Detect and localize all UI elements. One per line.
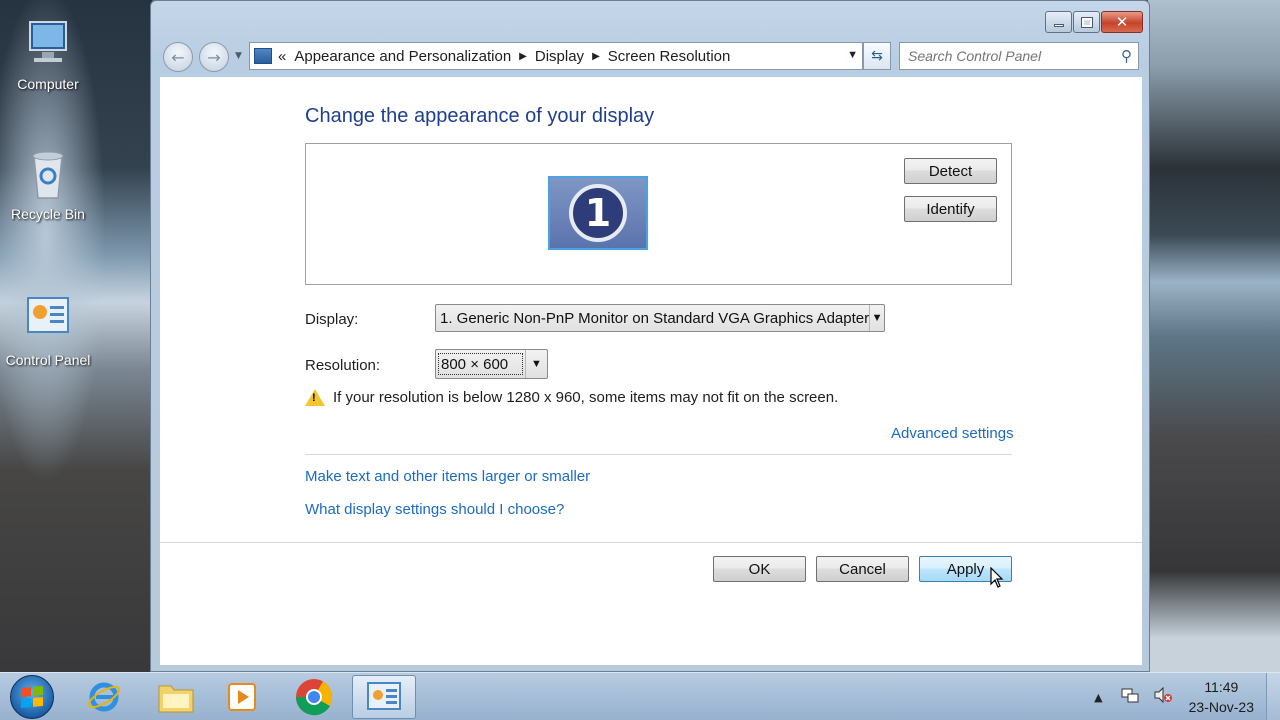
ok-button[interactable]: OK <box>713 556 806 582</box>
windows-logo-icon <box>21 685 43 709</box>
forward-arrow-icon: → <box>207 47 221 67</box>
monitor-preview-area: 1 Detect Identify <box>305 143 1012 285</box>
content-area: Change the appearance of your display 1 … <box>160 77 1142 665</box>
breadcrumb-appearance[interactable]: Appearance and Personalization <box>294 48 511 65</box>
back-arrow-icon: ← <box>171 47 185 67</box>
clock-date: 23-Nov-23 <box>1188 699 1254 715</box>
chevron-right-icon[interactable]: ▶ <box>519 51 527 62</box>
taskbar: ▲ 11:49 23-Nov-23 <box>0 672 1280 720</box>
screen-resolution-window: ✕ ← → ▼ « Appearance and Personalization… <box>150 0 1150 672</box>
warning-icon: ! <box>305 389 325 406</box>
start-button[interactable] <box>10 675 54 719</box>
close-button[interactable]: ✕ <box>1101 11 1143 33</box>
identify-button[interactable]: Identify <box>904 196 997 222</box>
folder-icon <box>158 685 194 713</box>
search-box[interactable]: ⚲ <box>899 42 1139 70</box>
text-size-link[interactable]: Make text and other items larger or smal… <box>305 468 590 485</box>
display-select-value: 1. Generic Non-PnP Monitor on Standard V… <box>440 309 870 327</box>
breadcrumb-overflow-icon[interactable]: « <box>278 48 286 65</box>
refresh-icon: ⇆ <box>871 48 883 64</box>
show-hidden-icons-icon[interactable]: ▲ <box>1094 691 1102 704</box>
taskbar-internet-explorer[interactable] <box>72 675 136 719</box>
system-tray: ▲ 11:49 23-Nov-23 <box>1094 673 1280 720</box>
breadcrumb-display[interactable]: Display <box>535 48 584 65</box>
desktop-wallpaper-right <box>1148 0 1280 672</box>
recent-pages-dropdown-icon[interactable]: ▼ <box>235 51 242 61</box>
desktop-icon-label: Computer <box>17 76 79 92</box>
advanced-settings-link[interactable]: Advanced settings <box>891 425 1014 442</box>
desktop-icon-label: Recycle Bin <box>11 206 85 222</box>
desktop-icon-computer[interactable]: Computer <box>0 16 96 92</box>
taskbar-media-player[interactable] <box>210 675 274 719</box>
resolution-label: Resolution: <box>305 357 381 374</box>
recycle-bin-icon <box>20 146 76 202</box>
mouse-cursor-icon <box>990 567 1004 588</box>
network-icon[interactable] <box>1121 686 1139 708</box>
address-bar[interactable]: « Appearance and Personalization ▶ Displ… <box>249 42 863 70</box>
cancel-button[interactable]: Cancel <box>816 556 909 582</box>
chevron-right-icon[interactable]: ▶ <box>592 51 600 62</box>
minimize-icon <box>1053 23 1064 27</box>
search-input[interactable] <box>908 48 1108 64</box>
clock-time: 11:49 <box>1204 679 1239 695</box>
display-select[interactable]: 1. Generic Non-PnP Monitor on Standard V… <box>435 304 885 332</box>
minimize-button[interactable] <box>1045 11 1072 33</box>
resolution-select[interactable]: 800 × 600 ▼ <box>435 349 548 379</box>
computer-icon <box>20 16 76 72</box>
media-player-icon <box>228 683 256 711</box>
control-panel-icon <box>367 682 401 710</box>
desktop-icon-control-panel[interactable]: Control Panel <box>0 292 96 368</box>
button-divider <box>160 542 1142 543</box>
taskbar-file-explorer[interactable] <box>144 675 208 719</box>
show-desktop-button[interactable] <box>1266 673 1280 720</box>
chevron-down-icon[interactable]: ▼ <box>869 305 884 331</box>
back-button[interactable]: ← <box>163 42 193 72</box>
desktop-icon-label: Control Panel <box>5 352 91 368</box>
volume-muted-icon[interactable] <box>1153 686 1173 708</box>
internet-explorer-icon <box>87 682 121 712</box>
caption-buttons: ✕ <box>1045 11 1143 33</box>
refresh-button[interactable]: ⇆ <box>863 42 891 70</box>
forward-button[interactable]: → <box>199 42 229 72</box>
navigation-bar: ← → ▼ « Appearance and Personalization ▶… <box>163 41 1139 72</box>
breadcrumb: Appearance and Personalization ▶ Display… <box>294 48 730 65</box>
control-panel-icon <box>20 292 76 348</box>
search-icon[interactable]: ⚲ <box>1121 47 1132 65</box>
display-label: Display: <box>305 311 359 328</box>
warning-text: If your resolution is below 1280 x 960, … <box>333 389 839 406</box>
restore-button[interactable] <box>1073 11 1100 33</box>
chrome-icon <box>296 679 333 716</box>
restore-icon <box>1080 16 1093 28</box>
monitor-1-thumbnail[interactable]: 1 <box>548 176 648 250</box>
resolution-warning: ! If your resolution is below 1280 x 960… <box>305 389 838 406</box>
address-dropdown-icon[interactable]: ▼ <box>847 49 858 61</box>
page-title: Change the appearance of your display <box>305 105 655 127</box>
control-panel-small-icon <box>254 48 272 64</box>
display-help-link[interactable]: What display settings should I choose? <box>305 501 564 518</box>
breadcrumb-screen-resolution[interactable]: Screen Resolution <box>608 48 731 65</box>
monitor-number: 1 <box>569 184 627 242</box>
clock[interactable]: 11:49 23-Nov-23 <box>1177 677 1266 717</box>
detect-button[interactable]: Detect <box>904 158 997 184</box>
desktop-icon-recycle-bin[interactable]: Recycle Bin <box>0 146 96 222</box>
close-icon: ✕ <box>1115 13 1129 31</box>
taskbar-control-panel[interactable] <box>352 675 416 719</box>
taskbar-chrome[interactable] <box>282 675 346 719</box>
chevron-down-icon[interactable]: ▼ <box>525 350 547 378</box>
divider <box>305 454 1012 455</box>
resolution-select-value: 800 × 600 <box>438 353 523 375</box>
